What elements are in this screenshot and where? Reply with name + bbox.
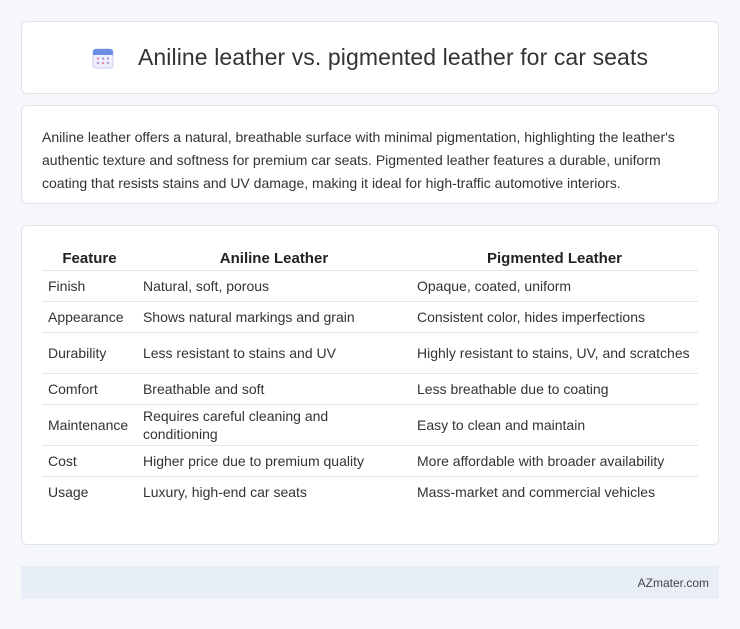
pigmented-cell: More affordable with broader availabilit… <box>411 445 698 477</box>
aniline-cell: Shows natural markings and grain <box>136 301 411 333</box>
aniline-cell: Luxury, high-end car seats <box>142 484 307 500</box>
feature-cell: Maintenance <box>42 404 137 446</box>
table-row: Finish Natural, soft, porous Opaque, coa… <box>42 270 698 302</box>
aniline-cell: Higher price due to premium quality <box>136 445 411 477</box>
aniline-cell: Breathable and soft <box>136 373 411 405</box>
feature-cell: Usage <box>48 484 89 500</box>
pigmented-cell: Less breathable due to coating <box>411 373 698 405</box>
comparison-card: Feature Aniline Leather Pigmented Leathe… <box>21 225 719 545</box>
table-header-row: Feature Aniline Leather Pigmented Leathe… <box>42 246 698 271</box>
header-aniline: Aniline Leather <box>136 246 411 271</box>
page-title: Aniline leather vs. pigmented leather fo… <box>137 44 649 70</box>
feature-cell: Finish <box>42 270 137 302</box>
pigmented-cell: Mass-market and commercial vehicles <box>417 484 656 500</box>
intro-paragraph: Aniline leather offers a natural, breath… <box>42 129 675 191</box>
table-row: Comfort Breathable and soft Less breatha… <box>42 373 698 405</box>
table-row: Durability Less resistant to stains and … <box>42 332 698 374</box>
feature-cell: Appearance <box>42 301 137 333</box>
calendar-icon <box>92 47 114 69</box>
table-row: Appearance Shows natural markings and gr… <box>42 301 698 333</box>
footer-site-label: AZmater.com <box>637 575 709 590</box>
aniline-cell: Less resistant to stains and UV <box>136 332 411 374</box>
aniline-cell: Natural, soft, porous <box>136 270 411 302</box>
pigmented-cell: Highly resistant to stains, UV, and scra… <box>411 332 698 374</box>
header-feature: Feature <box>42 246 137 271</box>
pigmented-cell: Easy to clean and maintain <box>411 404 698 446</box>
title-card: Aniline leather vs. pigmented leather fo… <box>21 21 719 94</box>
pigmented-cell: Opaque, coated, uniform <box>411 270 698 302</box>
feature-cell: Durability <box>42 332 137 374</box>
feature-cell: Comfort <box>42 373 137 405</box>
comparison-table: Feature Aniline Leather Pigmented Leathe… <box>42 246 698 507</box>
table-row: Maintenance Requires careful cleaning an… <box>42 404 698 446</box>
aniline-cell: Requires careful cleaning and conditioni… <box>136 404 411 446</box>
header-pigmented: Pigmented Leather <box>411 246 698 271</box>
table-row: Cost Higher price due to premium quality… <box>42 445 698 477</box>
feature-cell: Cost <box>42 445 137 477</box>
footer: AZmater.com <box>21 566 719 599</box>
table-row: Usage Luxury, high-end car seats Mass-ma… <box>42 477 698 508</box>
pigmented-cell: Consistent color, hides imperfections <box>411 301 698 333</box>
intro-card: Aniline leather offers a natural, breath… <box>21 105 719 204</box>
